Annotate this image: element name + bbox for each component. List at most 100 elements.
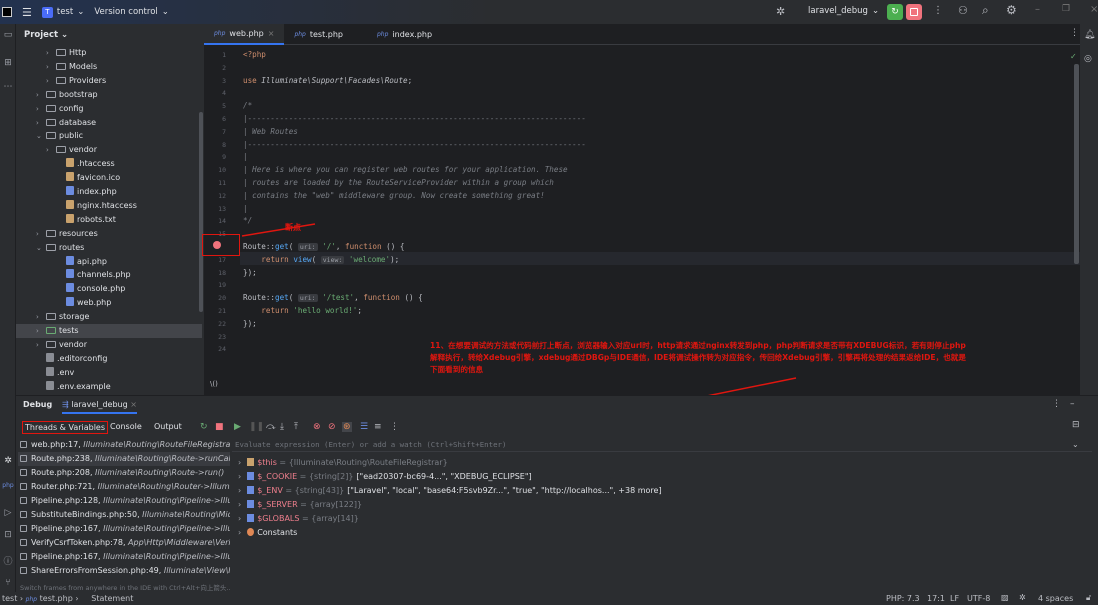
view-breakpoints-icon[interactable]: ⊗: [313, 422, 321, 432]
expand-chevron-icon[interactable]: ›: [238, 458, 241, 467]
tree-item-tests[interactable]: › tests: [16, 324, 202, 338]
code-line[interactable]: | Web Routes: [243, 127, 298, 136]
stack-frame[interactable]: Router.php:721, Illuminate\Routing\Route…: [18, 480, 230, 494]
close-tab-icon[interactable]: ×: [268, 29, 275, 38]
tree-item-channelsphp[interactable]: channels.php: [16, 268, 202, 282]
resume-icon[interactable]: ▶: [234, 422, 241, 432]
tree-item-routes[interactable]: ⌄ routes: [16, 241, 202, 255]
expand-chevron-icon[interactable]: ›: [238, 514, 241, 523]
code-line[interactable]: /*: [243, 101, 252, 110]
tree-item-indexphp[interactable]: index.php: [16, 185, 202, 199]
tree-item-editorconfig[interactable]: .editorconfig: [16, 352, 202, 366]
chevron-icon[interactable]: ›: [46, 60, 56, 74]
mute-breakpoints-icon[interactable]: ⊘: [328, 422, 336, 432]
stack-frame[interactable]: Pipeline.php:128, Illuminate\Routing\Pip…: [18, 494, 230, 508]
tab-web-php[interactable]: php web.php ×: [204, 24, 285, 45]
chevron-icon[interactable]: ⌄: [36, 129, 46, 143]
search-icon[interactable]: ⌕: [982, 3, 989, 18]
lock-icon[interactable]: 🔓︎: [1086, 593, 1091, 603]
tree-item-apiphp[interactable]: api.php: [16, 255, 202, 269]
git-icon[interactable]: ⑂: [2, 578, 14, 590]
step-over-icon[interactable]: ⤼: [266, 422, 276, 432]
crumb-statement[interactable]: Statement: [91, 594, 133, 603]
tree-item-envexample[interactable]: .env.example: [16, 380, 202, 394]
services-icon[interactable]: ▷: [2, 508, 14, 520]
folder-icon[interactable]: ▭: [2, 30, 14, 42]
hide-panel-icon[interactable]: –: [1070, 399, 1075, 409]
debug-bug-icon[interactable]: ✲: [776, 5, 785, 18]
debug-options-icon[interactable]: ⋮: [1052, 399, 1061, 409]
settings-gear-icon[interactable]: ⚙: [1006, 3, 1017, 17]
frames-list-icon[interactable]: ☰: [360, 422, 368, 432]
tree-item-storage[interactable]: › storage: [16, 310, 202, 324]
code-line[interactable]: use Illuminate\Support\Facades\Route;: [243, 76, 412, 85]
code-line[interactable]: <?php: [243, 50, 266, 59]
more-icon[interactable]: ⋯: [2, 82, 14, 94]
chevron-icon[interactable]: ›: [36, 102, 46, 116]
stack-frame[interactable]: Pipeline.php:167, Illuminate\Routing\Pip…: [18, 550, 230, 564]
add-user-icon[interactable]: ⚇: [958, 4, 968, 17]
tree-item-webphp[interactable]: web.php: [16, 296, 202, 310]
code-line[interactable]: | Here is where you can register web rou…: [243, 165, 568, 174]
tree-item-Http[interactable]: › Http: [16, 46, 202, 60]
stop-button[interactable]: [906, 4, 922, 20]
stack-frame[interactable]: VerifyCsrfToken.php:78, App\Http\Middlew…: [18, 536, 230, 550]
code-line[interactable]: return 'hello world!';: [243, 306, 362, 315]
stack-frame[interactable]: SubstituteBindings.php:50, Illuminate\Ro…: [18, 508, 230, 522]
chevron-icon[interactable]: ›: [36, 338, 46, 352]
chevron-icon[interactable]: ›: [36, 310, 46, 324]
expand-chevron-icon[interactable]: ›: [238, 472, 241, 481]
chevron-icon[interactable]: ›: [46, 143, 56, 157]
crumb-project[interactable]: test: [2, 594, 17, 603]
add-watch-icon[interactable]: ≡: [374, 422, 382, 432]
maximize-button[interactable]: ❐: [1062, 4, 1070, 14]
tab-test-php[interactable]: php test.php: [284, 24, 367, 45]
variable-row[interactable]: › $_SERVER = {array[122]}: [238, 498, 362, 512]
tree-item-Providers[interactable]: › Providers: [16, 74, 202, 88]
expand-chevron-icon[interactable]: ›: [238, 528, 241, 537]
chevron-icon[interactable]: ›: [36, 88, 46, 102]
rerun-icon[interactable]: ↻: [200, 422, 208, 432]
stack-frame[interactable]: ShareErrorsFromSession.php:49, Illuminat…: [18, 564, 230, 578]
rerun-debug-button[interactable]: ↻: [887, 4, 903, 20]
project-panel-title[interactable]: Project ⌄: [24, 30, 68, 40]
code-line[interactable]: |: [243, 204, 248, 213]
step-into-icon[interactable]: ⤓: [280, 422, 284, 432]
tree-item-vendor[interactable]: › vendor: [16, 338, 202, 352]
code-line[interactable]: Route::get( uri: '/', function () {: [243, 242, 404, 251]
code-line[interactable]: | routes are loaded by the RouteServiceP…: [243, 178, 554, 187]
chevron-icon[interactable]: ›: [36, 227, 46, 241]
project-scrollbar[interactable]: [199, 112, 203, 312]
cursor-position[interactable]: 17:1: [927, 594, 945, 603]
chevron-icon[interactable]: ›: [46, 46, 56, 60]
debug-session-tab[interactable]: ⇶ laravel_debug ×: [62, 400, 137, 414]
indent-setting[interactable]: 4 spaces: [1038, 594, 1073, 603]
evaluate-expression-input[interactable]: Evaluate expression (Enter) or add a wat…: [232, 438, 1092, 452]
tab-index-php[interactable]: php index.php: [367, 24, 442, 45]
code-line[interactable]: |: [243, 152, 248, 161]
code-line[interactable]: |---------------------------------------…: [243, 140, 586, 149]
php-icon[interactable]: php: [2, 482, 14, 494]
stack-frame[interactable]: Pipeline.php:167, Illuminate\Routing\Pip…: [18, 522, 230, 536]
version-control-menu[interactable]: Version control ⌄: [94, 7, 169, 17]
expand-watches-icon[interactable]: ⌄: [1072, 440, 1079, 449]
tab-output[interactable]: Output: [154, 422, 182, 431]
variable-row[interactable]: › $_ENV = {string[43]} ["Laravel", "local"…: [238, 484, 662, 498]
code-line[interactable]: return view( view: 'welcome');: [243, 255, 399, 264]
code-line[interactable]: |---------------------------------------…: [243, 114, 586, 123]
ai-assistant-icon[interactable]: ◎: [1084, 54, 1092, 64]
tree-item-config[interactable]: › config: [16, 102, 202, 116]
code-line[interactable]: Route::get( uri: '/test', function () {: [243, 293, 423, 303]
tree-item-bootstrap[interactable]: › bootstrap: [16, 88, 202, 102]
pause-icon[interactable]: ❚❚: [249, 422, 264, 432]
tree-item-nginxhtaccess[interactable]: nginx.htaccess: [16, 199, 202, 213]
terminal-icon[interactable]: ⊡: [2, 530, 14, 542]
tab-threads-variables[interactable]: Threads & Variables: [22, 421, 109, 434]
tree-item-vendor[interactable]: › vendor: [16, 143, 202, 157]
project-selector[interactable]: Ttest ⌄: [41, 6, 84, 18]
editor-breadcrumb[interactable]: \(): [210, 380, 218, 388]
tree-item-database[interactable]: › database: [16, 116, 202, 130]
step-out-icon[interactable]: ⤒: [294, 422, 298, 432]
tree-item-env[interactable]: .env: [16, 366, 202, 380]
debug-status-icon[interactable]: ✲: [1019, 593, 1026, 602]
